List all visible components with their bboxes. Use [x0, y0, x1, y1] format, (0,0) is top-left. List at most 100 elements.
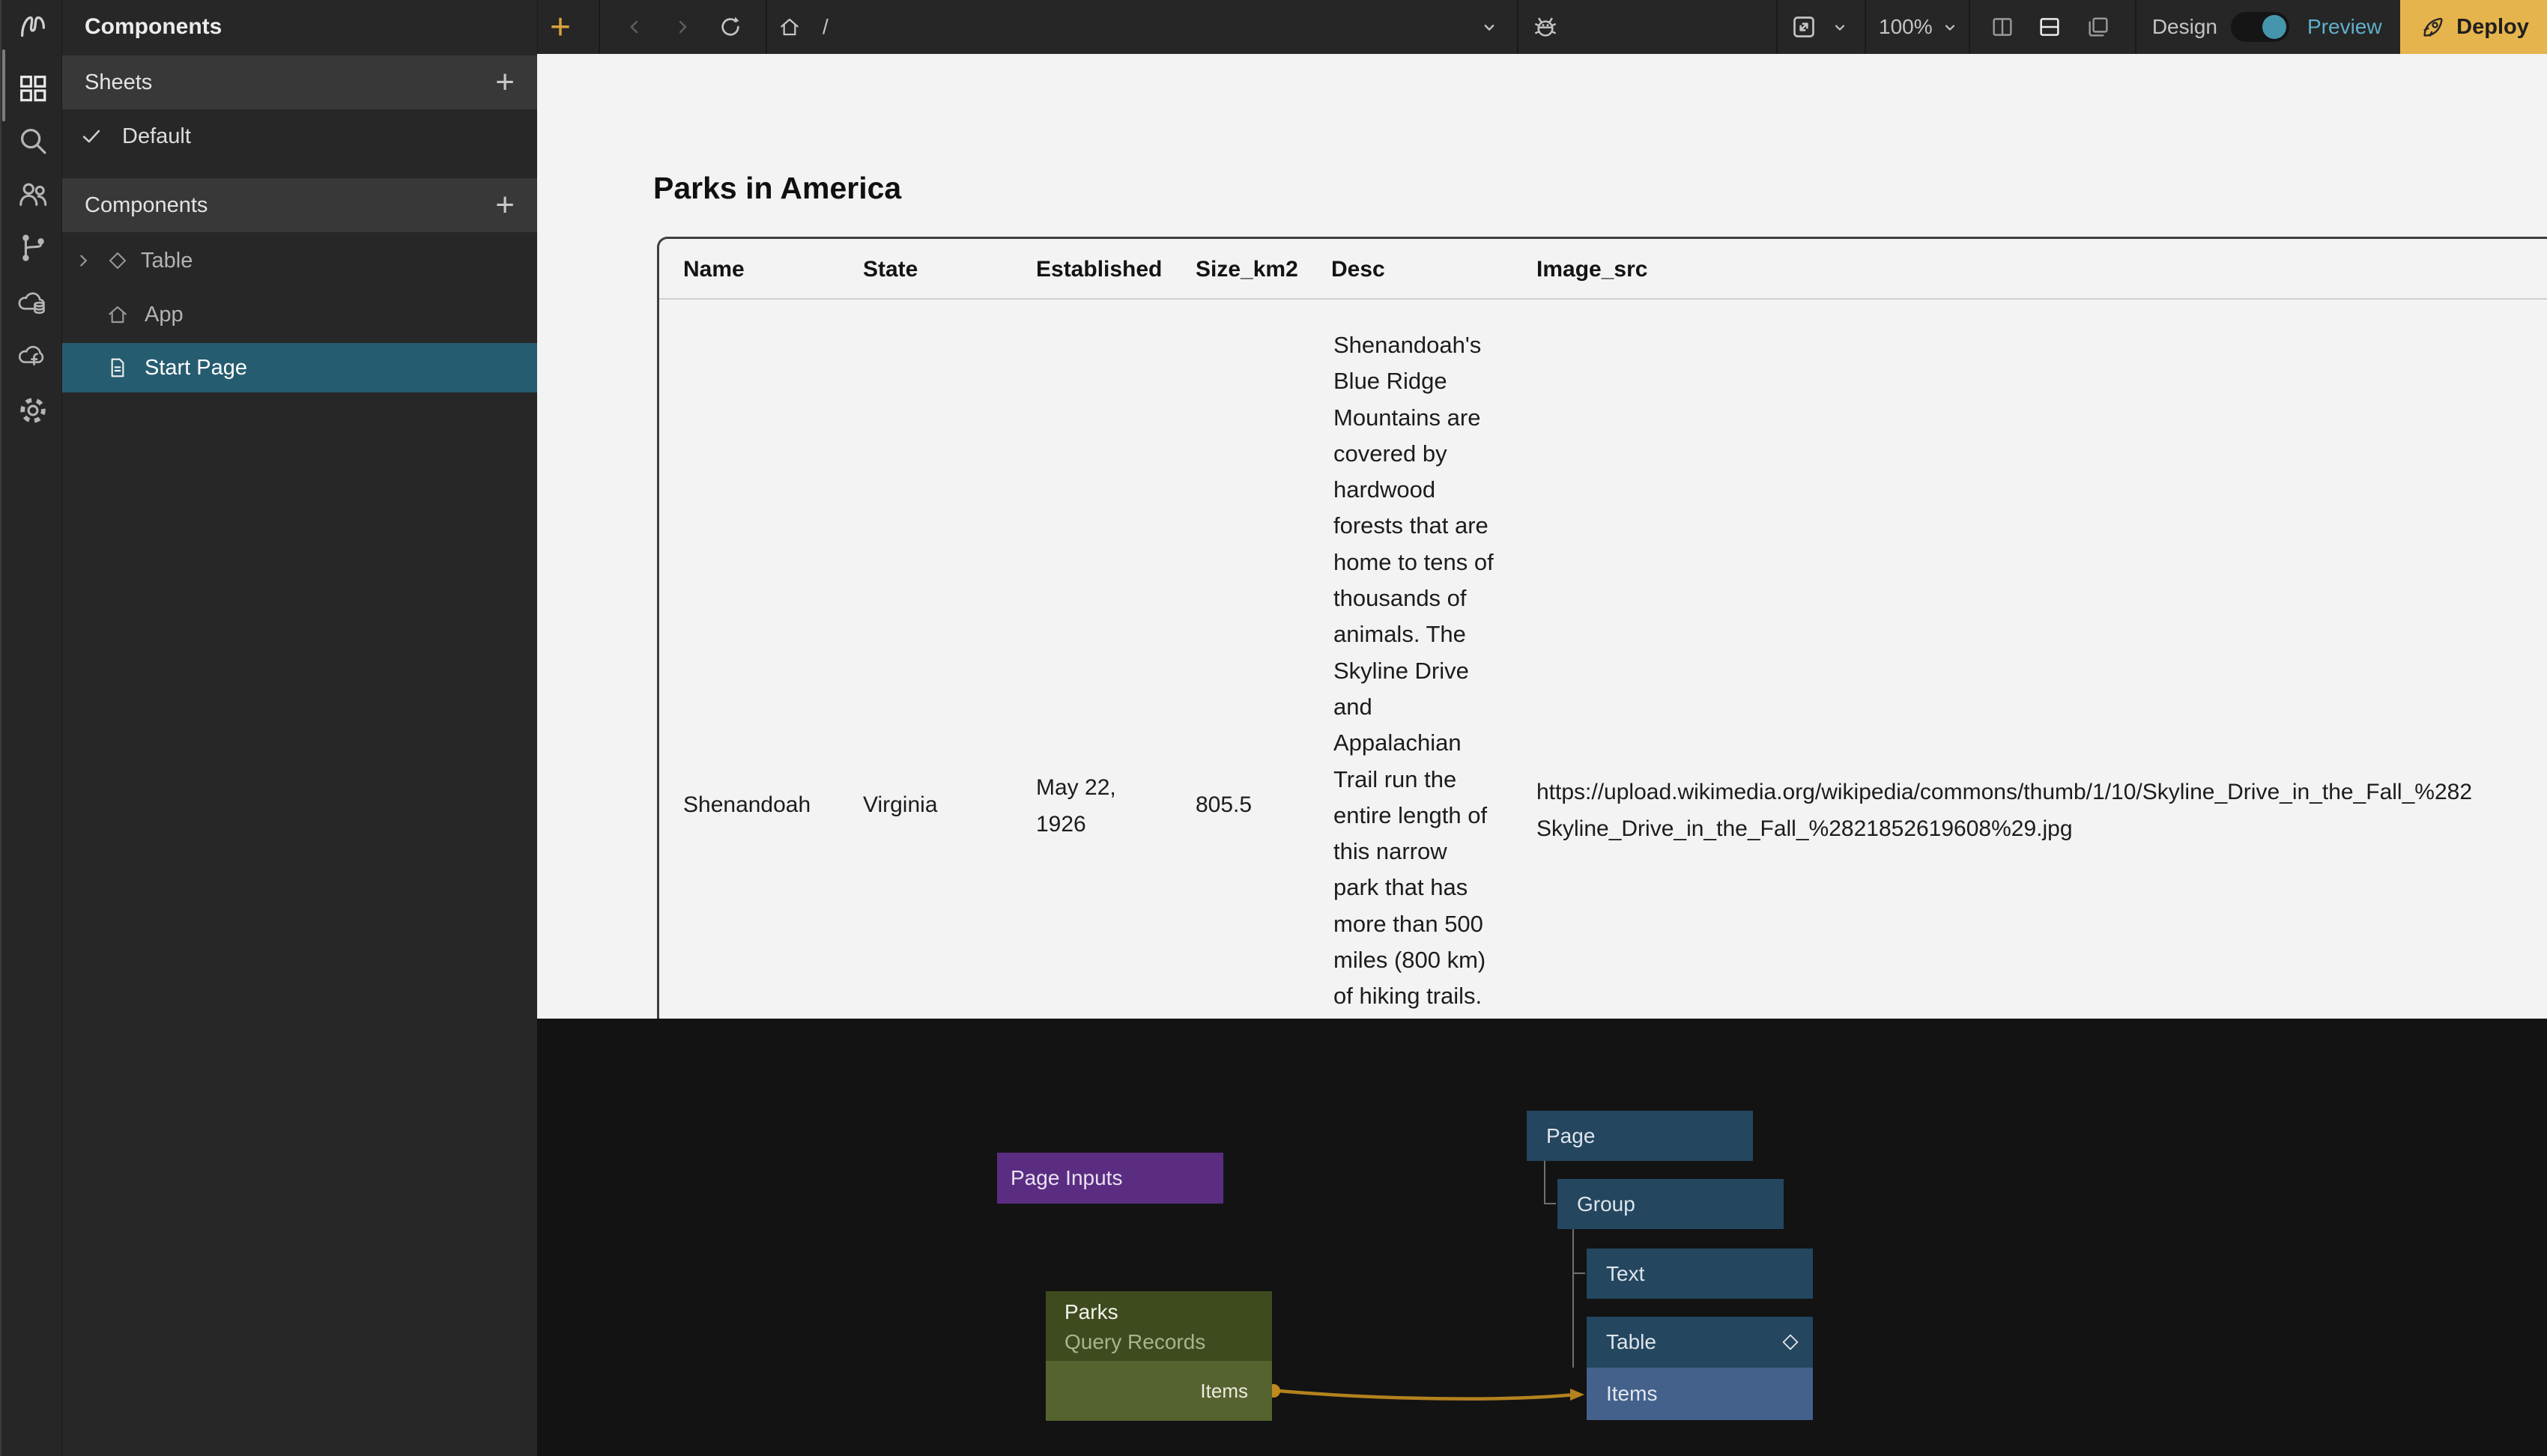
nav-forward-icon[interactable] [672, 16, 693, 37]
node-table-items-port[interactable]: Items [1587, 1368, 1813, 1420]
home-nav-icon[interactable] [778, 15, 802, 39]
toggle-knob [2262, 15, 2286, 39]
rail-scrollbar[interactable] [2, 49, 5, 121]
tree-item-label: Start Page [145, 356, 247, 380]
add-component-button[interactable]: + [495, 178, 515, 232]
node-text[interactable]: Text [1587, 1249, 1813, 1299]
components-section-header[interactable]: Components + [62, 178, 537, 232]
split-horizontal-layout-icon[interactable] [2037, 14, 2062, 40]
add-node-button[interactable]: + [550, 0, 571, 54]
rocket-icon [2419, 13, 2447, 41]
tree-item-label: App [145, 303, 184, 327]
toolbar-separator [1776, 0, 1778, 54]
node-table-instance[interactable]: Table [1587, 1317, 1813, 1368]
sheets-section-header[interactable]: Sheets + [62, 55, 537, 109]
column-header-established[interactable]: Established [1036, 249, 1162, 291]
input-port-label: Items [1606, 1382, 1657, 1406]
cell-state: Virginia [863, 792, 938, 818]
node-body: Items [1046, 1361, 1272, 1421]
diamond-component-icon [1780, 1332, 1801, 1353]
home-icon [106, 303, 130, 327]
node-label: Table [1606, 1330, 1656, 1354]
nav-back-icon[interactable] [624, 16, 645, 37]
sidebar-panel: Components Sheets + Default Components +… [62, 0, 537, 1456]
viewport-size-icon[interactable] [1789, 12, 1819, 42]
toolbar-separator [1517, 0, 1518, 54]
stacked-windows-layout-icon[interactable] [2086, 14, 2111, 40]
cloud-data-icon[interactable] [16, 285, 50, 319]
split-vertical-layout-icon[interactable] [1990, 14, 2015, 40]
refresh-icon[interactable] [718, 14, 743, 40]
sidebar-item-default-sheet[interactable]: Default [62, 109, 537, 163]
node-subtitle: Query Records [1064, 1330, 1205, 1354]
deploy-label: Deploy [2456, 15, 2529, 40]
add-sheet-button[interactable]: + [495, 55, 515, 109]
node-page-inputs[interactable]: Page Inputs [997, 1153, 1223, 1204]
table-header-divider [659, 298, 2547, 300]
sidebar-title: Components [85, 0, 222, 54]
sheets-section-label: Sheets [85, 70, 152, 95]
node-label: Group [1577, 1192, 1635, 1216]
sidebar-item-app[interactable]: App [62, 289, 537, 340]
preview-mode-label[interactable]: Preview [2307, 0, 2382, 54]
items-connection-wire [1278, 1391, 1575, 1399]
chevron-down-icon[interactable] [1941, 19, 1959, 37]
chevron-right-icon[interactable] [73, 251, 93, 270]
node-label: Page [1546, 1124, 1595, 1148]
app-window: { "colors": { "accent_teal_selection": "… [0, 0, 2547, 1456]
toolbar-separator [599, 0, 600, 54]
deploy-button[interactable]: Deploy [2400, 0, 2547, 54]
sheet-item-label: Default [122, 124, 191, 149]
document-icon [106, 356, 130, 380]
icon-rail [0, 0, 62, 1456]
toolbar-separator [1969, 0, 1970, 54]
node-header: Parks Query Records [1046, 1291, 1272, 1361]
node-title: Parks [1064, 1300, 1118, 1324]
column-header-image-src[interactable]: Image_src [1536, 249, 1647, 291]
toolbar-separator [766, 0, 767, 54]
debug-bug-icon[interactable] [1530, 12, 1560, 42]
output-port-label[interactable]: Items [1200, 1380, 1248, 1403]
page-title: Parks in America [653, 171, 901, 206]
diamond-component-icon [106, 249, 129, 272]
data-table [657, 237, 2547, 1019]
column-header-size[interactable]: Size_km2 [1196, 249, 1298, 291]
sidebar-item-start-page[interactable]: Start Page [62, 343, 537, 392]
tree-item-label: Table [141, 249, 193, 273]
node-parks-query[interactable]: Parks Query Records Items [1046, 1291, 1272, 1421]
cell-desc: Shenandoah's Blue Ridge Mountains are co… [1333, 327, 1498, 1015]
cell-image-src: https://upload.wikimedia.org/wikipedia/c… [1536, 774, 2472, 847]
node-page[interactable]: Page [1527, 1111, 1753, 1161]
chevron-down-icon[interactable] [1479, 17, 1500, 38]
version-control-branch-icon[interactable] [16, 231, 50, 265]
wire-arrowhead-icon [1570, 1389, 1584, 1401]
search-icon[interactable] [16, 124, 50, 158]
cell-name: Shenandoah [683, 792, 811, 818]
node-label: Text [1606, 1262, 1644, 1286]
image-src-line2: Skyline_Drive_in_the_Fall_%2821852619608… [1536, 810, 2472, 847]
sidebar-item-table-component[interactable]: Table [62, 235, 537, 286]
components-grid-icon[interactable] [16, 71, 50, 106]
zoom-level[interactable]: 100% [1879, 0, 1933, 54]
node-group[interactable]: Group [1557, 1179, 1784, 1229]
collaborators-icon[interactable] [16, 177, 50, 211]
url-path[interactable]: / [823, 0, 829, 54]
column-header-name[interactable]: Name [683, 249, 745, 291]
image-src-line1: https://upload.wikimedia.org/wikipedia/c… [1536, 774, 2472, 810]
column-header-desc[interactable]: Desc [1331, 249, 1385, 291]
cell-established: May 22, 1926 [1036, 769, 1150, 843]
check-icon [79, 124, 104, 149]
chevron-down-icon[interactable] [1831, 19, 1849, 37]
design-mode-label[interactable]: Design [2133, 0, 2217, 54]
app-logo-icon[interactable] [16, 10, 50, 44]
node-graph-editor[interactable]: Page Inputs Page Group Text Table Items … [537, 1019, 2547, 1456]
column-header-state[interactable]: State [863, 249, 918, 291]
graph-wires-layer [537, 1019, 2547, 1456]
toolbar-separator [1865, 0, 1866, 54]
design-preview-toggle[interactable] [2231, 12, 2289, 42]
preview-canvas: Parks in America Name State Established … [537, 54, 2547, 1019]
settings-gear-icon[interactable] [16, 393, 50, 428]
node-label: Page Inputs [1011, 1166, 1122, 1190]
cloud-functions-icon[interactable] [16, 338, 50, 372]
components-section-label: Components [85, 193, 208, 218]
